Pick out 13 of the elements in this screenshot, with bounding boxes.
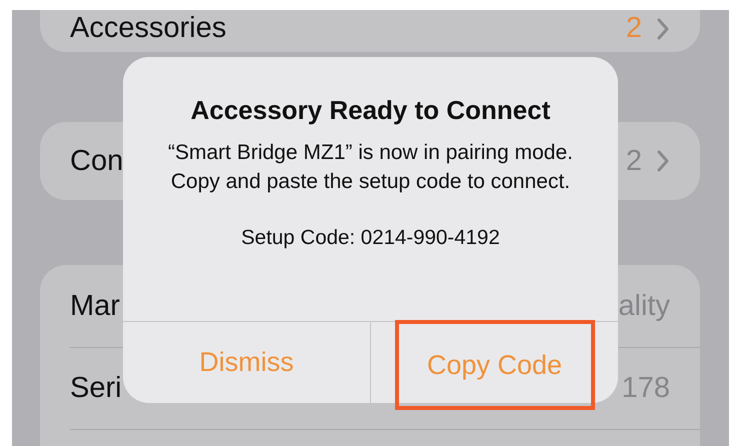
row-value: ality [618,290,670,322]
row-label: Accessories [70,12,226,45]
row-label: Con [70,144,124,178]
row-label: Mar [70,290,120,322]
row-label: Seri [70,372,122,405]
alert-action-button[interactable]: Copy Code [394,320,594,410]
alert-title: Accessory Ready to Connect [190,95,550,126]
row-value: 2 [626,12,642,45]
alert-action-button[interactable]: Dismiss [146,318,346,408]
alert-message: “Smart Bridge MZ1” is now in pairing mode. Copy and paste the setup code to connect. [167,140,574,195]
row-value: 2 [626,144,642,178]
row-value: 178 [622,372,670,405]
setup-code-text: Setup Code: 0214-990-4192 [241,226,500,250]
